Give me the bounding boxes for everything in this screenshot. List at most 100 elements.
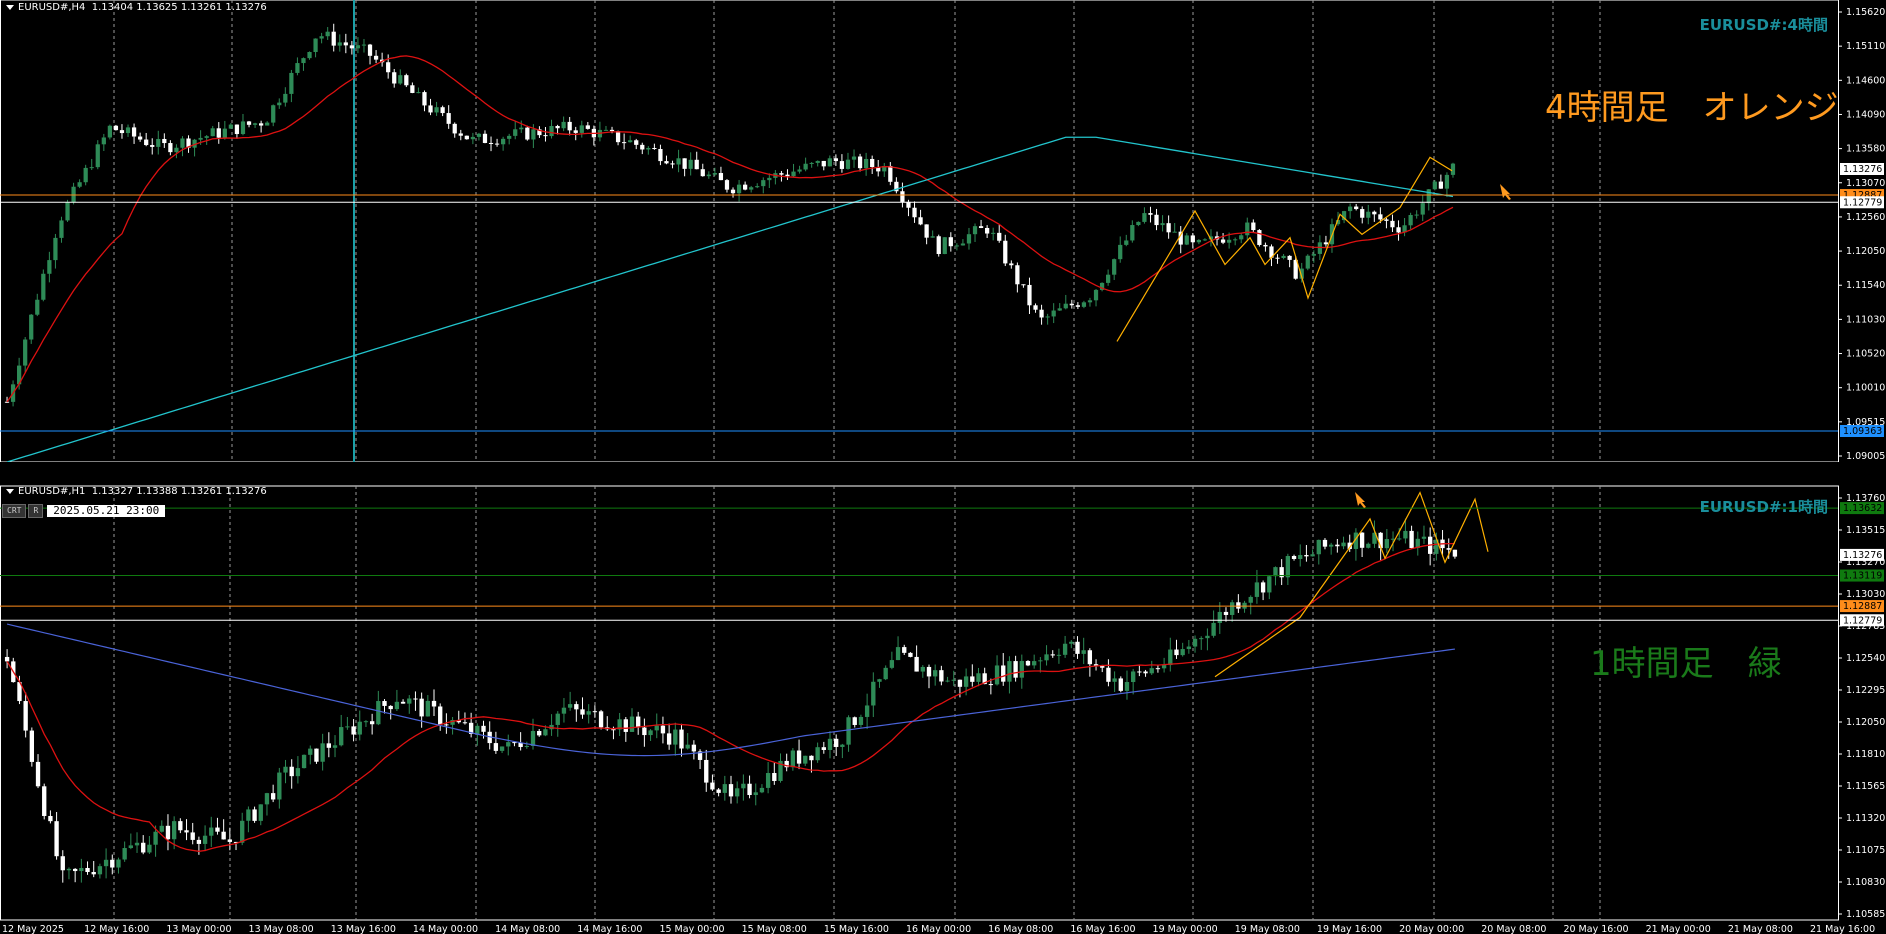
candle-body xyxy=(1236,602,1241,609)
candle-body xyxy=(1155,668,1161,670)
crosshair-date-box[interactable]: CRT R 2025.05.21 23:00 xyxy=(2,504,166,518)
candle-body xyxy=(476,133,482,137)
candle-body xyxy=(1438,181,1443,189)
candle-body xyxy=(258,804,263,821)
crt-button[interactable]: CRT xyxy=(2,504,27,518)
candle-body xyxy=(700,169,705,177)
candle-body xyxy=(1366,543,1371,548)
candle-body xyxy=(361,44,367,46)
candle-body xyxy=(228,124,233,129)
candle-body xyxy=(178,821,183,831)
candle-body xyxy=(1285,556,1291,578)
candle-body xyxy=(772,773,777,781)
candle-body xyxy=(902,647,907,653)
pane-separator[interactable] xyxy=(0,462,1886,484)
candle-body xyxy=(1131,671,1136,683)
candle-body xyxy=(438,706,443,725)
candle-body xyxy=(1305,255,1310,269)
candle-body xyxy=(265,122,270,126)
candle-body xyxy=(4,401,10,403)
candle-body xyxy=(1057,308,1062,311)
candle-body xyxy=(857,156,863,169)
candle-body xyxy=(797,169,802,172)
candle-body xyxy=(888,165,893,182)
candle-body xyxy=(404,75,409,86)
candle-body xyxy=(394,701,400,710)
candle-body xyxy=(747,783,752,796)
candle-body xyxy=(991,232,996,234)
candle-body xyxy=(65,202,70,221)
candle-body xyxy=(827,738,833,750)
candle-body xyxy=(1227,239,1232,243)
candle-body xyxy=(1124,682,1130,691)
candle-body xyxy=(1450,163,1456,175)
candle-body xyxy=(1190,235,1195,243)
candle-body xyxy=(889,660,895,668)
candle-body xyxy=(580,709,585,715)
candle-body xyxy=(676,158,681,165)
candle-body xyxy=(283,766,288,773)
candle-body xyxy=(682,158,687,169)
candle-body xyxy=(790,750,796,768)
candle-body xyxy=(116,859,121,868)
candle-body xyxy=(475,725,480,734)
candle-body xyxy=(319,36,324,39)
candle-body xyxy=(1298,555,1303,560)
candle-body xyxy=(1348,206,1353,212)
price-tick-label: 1.15620 xyxy=(1846,7,1885,18)
time-tick-label: 16 May 16:00 xyxy=(1070,924,1135,934)
candle-body xyxy=(331,31,336,46)
candle-body xyxy=(924,224,929,238)
chevron-down-icon[interactable] xyxy=(6,488,14,494)
candle-body xyxy=(355,45,361,49)
candle-body xyxy=(994,665,1000,685)
candle-body xyxy=(735,788,740,797)
candle-body xyxy=(524,745,529,747)
candle-body xyxy=(85,867,90,873)
candle-body xyxy=(755,186,760,188)
candle-body xyxy=(930,236,935,238)
candle-body xyxy=(376,701,381,725)
candle-body xyxy=(1168,649,1173,666)
r-button[interactable]: R xyxy=(28,504,44,518)
candle-body xyxy=(1414,214,1419,216)
price-line-tag-label: 1.13119 xyxy=(1843,571,1882,582)
candle-body xyxy=(1384,219,1389,221)
h1-chart-pane[interactable]: 1.13760 1.13515 1.13270 1.13030 1.12785 1.125… xyxy=(0,484,1886,934)
candle-body xyxy=(168,143,173,153)
candle-body xyxy=(710,782,715,790)
candle-body xyxy=(1045,316,1050,318)
candle-body xyxy=(694,159,699,170)
candle-body xyxy=(691,744,697,752)
candle-body xyxy=(579,125,584,133)
candle-body xyxy=(785,174,790,177)
h1-chart-canvas[interactable]: 1.137601.135151.132701.130301.127851.125… xyxy=(0,484,1886,934)
candle-body xyxy=(23,701,28,731)
candle-body xyxy=(840,744,845,747)
candle-body xyxy=(314,748,319,762)
candle-body xyxy=(628,140,633,143)
candle-body xyxy=(1372,211,1377,215)
price-tick-label: 1.13580 xyxy=(1846,144,1885,155)
candle-body xyxy=(871,681,876,706)
h4-chart-canvas[interactable]: 1.15620 1.15110 1.14600 1.14090 1.13580 1.130… xyxy=(0,0,1886,462)
candle-body xyxy=(561,707,567,714)
candle-body xyxy=(864,158,869,169)
candle-body xyxy=(1106,667,1111,682)
candle-body xyxy=(1316,539,1321,555)
h4-chart-pane[interactable]: 1.15620 1.15110 1.14600 1.14090 1.13580 1.130… xyxy=(0,0,1886,462)
candle-body xyxy=(444,724,449,726)
candle-body xyxy=(1341,542,1346,547)
candle-body xyxy=(1420,203,1425,215)
candle-body xyxy=(171,821,177,840)
candle-body xyxy=(586,711,591,715)
candle-body xyxy=(592,711,598,713)
candle-body xyxy=(156,138,161,147)
pen-cursor-icon xyxy=(1355,492,1366,508)
time-tick-label: 12 May 16:00 xyxy=(84,924,149,934)
candle-body xyxy=(122,848,127,860)
candle-body xyxy=(1230,602,1235,615)
candle-body xyxy=(1360,209,1365,218)
candle-body xyxy=(718,173,724,181)
chevron-down-icon[interactable] xyxy=(6,4,14,10)
